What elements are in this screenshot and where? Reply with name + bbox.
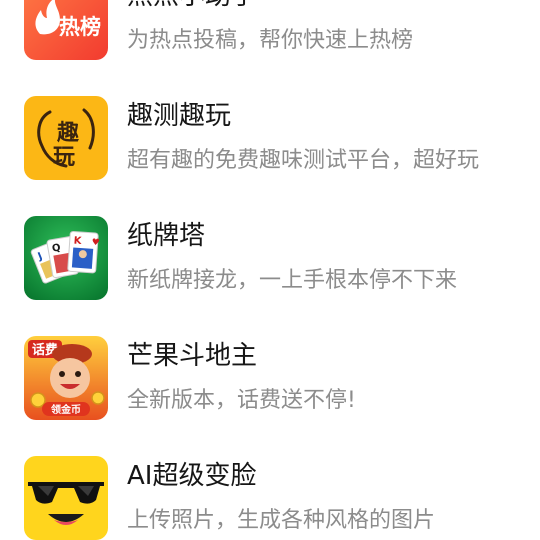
hot-list-icon: 热榜 xyxy=(24,0,108,60)
item-description: 超有趣的免费趣味测试平台，超好玩 xyxy=(127,148,480,173)
item-description: 新纸牌接龙，一上手根本停不下来 xyxy=(127,268,458,293)
svg-text:趣: 趣 xyxy=(56,120,79,146)
item-title: 纸牌塔 xyxy=(127,221,206,251)
svg-text:♥: ♥ xyxy=(91,238,100,249)
list-item-mango-landlord[interactable]: 话费 领金币 芒果斗地主 全新版本，话费送不停! xyxy=(0,324,540,444)
list-item-quce-quwan[interactable]: 趣 玩 趣测趣玩 超有趣的免费趣味测试平台，超好玩 xyxy=(0,84,540,204)
item-title: 热点小助手 xyxy=(127,0,257,12)
item-description: 为热点投稿，帮你快速上热榜 xyxy=(127,28,414,53)
item-description: 全新版本，话费送不停! xyxy=(127,388,356,413)
item-title: 芒果斗地主 xyxy=(127,341,258,371)
svg-text:玩: 玩 xyxy=(53,144,75,170)
item-title: 趣测趣玩 xyxy=(127,101,232,131)
sunglasses-face-icon xyxy=(24,456,108,540)
svg-text:领金币: 领金币 xyxy=(51,403,81,416)
mini-app-list: 热榜 热点小助手 为热点投稿，帮你快速上热榜 趣 玩 趣测趣玩 超有趣的免费趣味… xyxy=(0,0,540,540)
hot-list-icon-text: 热榜 xyxy=(59,15,101,39)
list-item-hot-helper[interactable]: 热榜 热点小助手 为热点投稿，帮你快速上热榜 xyxy=(0,0,540,84)
playing-cards-icon: J Q K ♥ xyxy=(24,216,108,300)
list-item-ai-face-swap[interactable]: AI超级变脸 上传照片，生成各种风格的图片 xyxy=(0,444,540,540)
list-item-card-tower[interactable]: J Q K ♥ 纸牌塔 新纸牌接龙，一上手根本停不下来 xyxy=(0,204,540,324)
item-title: AI超级变脸 xyxy=(127,461,257,491)
item-description: 上传照片，生成各种风格的图片 xyxy=(127,508,436,533)
quce-quwan-logo-icon: 趣 玩 xyxy=(24,96,108,180)
landlord-character-icon: 话费 领金币 xyxy=(24,336,108,420)
